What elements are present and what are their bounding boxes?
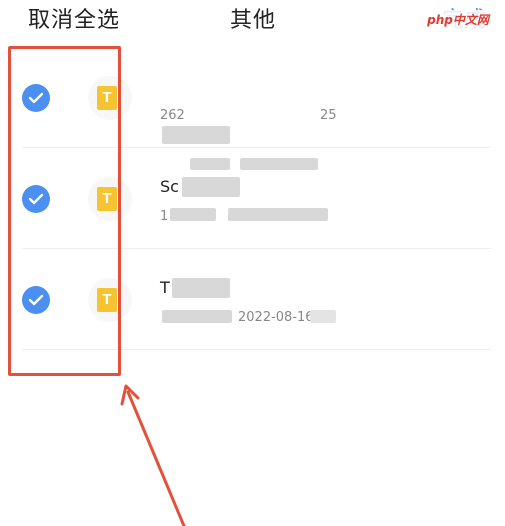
annotation-arrow-icon [120,384,186,526]
screen: 取消全选 其他 完成 php中文网 T 262 25 T [0,0,505,526]
